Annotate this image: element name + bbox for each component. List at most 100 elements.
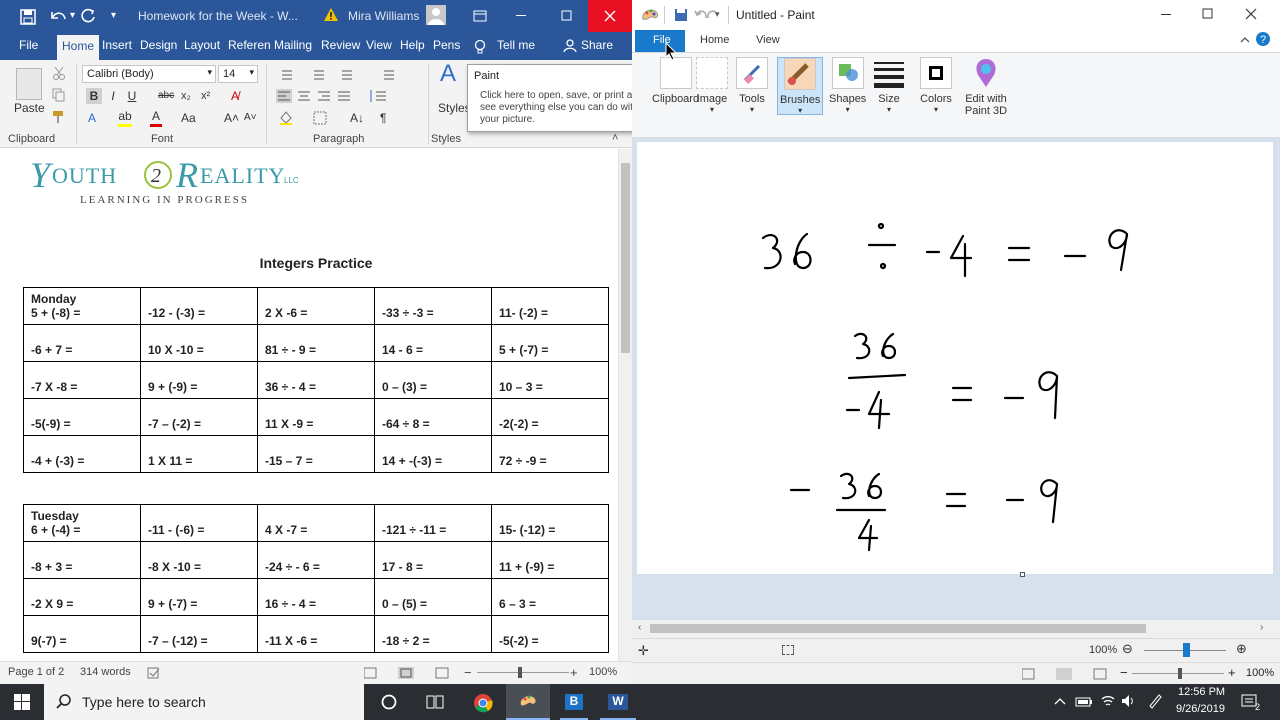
zoom-slider-thumb[interactable]	[518, 667, 522, 678]
maximize-icon[interactable]	[561, 10, 573, 22]
table-cell[interactable]: -8 + 3 =	[23, 541, 141, 579]
paint-collapse-ribbon-icon[interactable]	[1239, 35, 1251, 45]
clock-date[interactable]: 9/26/2019	[1176, 703, 1225, 715]
table-cell[interactable]: 36 ÷ - 4 =	[257, 361, 375, 399]
taskbar-word-button[interactable]: W	[600, 684, 636, 720]
table-cell[interactable]: 0 – (5) =	[374, 578, 492, 616]
table-cell[interactable]: 11- (-2) =	[491, 287, 609, 325]
save-icon[interactable]	[20, 9, 36, 25]
paint-zoom-level[interactable]: 100%	[1089, 644, 1117, 656]
table-cell[interactable]: -6 + 7 =	[23, 324, 141, 362]
brushes-group[interactable]: Brushes ▾	[777, 57, 824, 115]
tab-pens[interactable]: Pens	[433, 38, 460, 52]
tab-references[interactable]: Referen	[228, 38, 271, 52]
ribbon-display-options-icon[interactable]	[473, 10, 487, 22]
edit-with-paint3d-button[interactable]: Edit with Paint 3D	[961, 57, 1011, 117]
cortana-icon[interactable]	[381, 694, 397, 710]
tab-home[interactable]: Home	[57, 35, 100, 60]
table-cell[interactable]: -12 - (-3) =	[140, 287, 258, 325]
styles-button[interactable]: Styles	[438, 100, 471, 116]
subscript-button[interactable]: x₂	[181, 88, 191, 104]
paint-canvas[interactable]	[637, 142, 1273, 574]
table-cell[interactable]: -24 ÷ - 6 =	[257, 541, 375, 579]
size-group[interactable]: Size ▾	[873, 57, 905, 114]
table-cell[interactable]: 14 - 6 =	[374, 324, 492, 362]
font-color-icon[interactable]: A	[150, 108, 162, 127]
table-cell[interactable]: -33 ÷ -3 =	[374, 287, 492, 325]
battery-icon[interactable]	[1075, 696, 1093, 708]
table-cell[interactable]: 9(-7) =	[23, 615, 141, 653]
table-cell[interactable]: 9 + (-9) =	[140, 361, 258, 399]
strikethrough-button[interactable]: abc	[158, 88, 174, 104]
zoom-slider[interactable]	[477, 672, 569, 673]
paint-home-tab[interactable]: Home	[700, 34, 729, 46]
table-cell[interactable]: 17 - 8 =	[374, 541, 492, 579]
line-spacing-icon[interactable]	[368, 89, 390, 103]
paint-minimize-icon[interactable]	[1161, 14, 1173, 16]
shrink-font-icon[interactable]: A˅	[244, 110, 257, 126]
task-view-icon[interactable]	[426, 694, 444, 710]
paint-zoom-out-icon[interactable]: ⊖	[1122, 641, 1133, 657]
tab-mailings[interactable]: Mailing	[274, 38, 312, 52]
user-avatar[interactable]	[426, 5, 446, 25]
tab-insert[interactable]: Insert	[102, 38, 132, 52]
table-cell[interactable]: -7 – (-12) =	[140, 615, 258, 653]
image-group[interactable]: Image ▾	[696, 57, 728, 114]
table-cell[interactable]: 6 – 3 =	[491, 578, 609, 616]
table-cell[interactable]: 4 X -7 =	[257, 504, 375, 542]
word-close-button[interactable]	[588, 0, 632, 32]
taskbar-paint-button[interactable]	[506, 684, 550, 720]
tools-group[interactable]: Tools ▾	[736, 57, 768, 114]
align-buttons-icon[interactable]	[276, 89, 366, 103]
paint-close-icon[interactable]	[1245, 8, 1257, 20]
shapes-group[interactable]: Shapes ▾	[829, 57, 866, 114]
bold-button[interactable]: B	[86, 88, 102, 104]
collapse-ribbon-icon[interactable]: ˄	[612, 132, 618, 144]
minimize-icon[interactable]	[516, 15, 528, 17]
copy-icon[interactable]	[52, 88, 66, 102]
share-button[interactable]: Share	[581, 38, 613, 52]
table-cell[interactable]: 81 ÷ - 9 =	[257, 324, 375, 362]
tab-view[interactable]: View	[366, 38, 392, 52]
grow-font-icon[interactable]: A˄	[224, 110, 239, 126]
wifi-icon[interactable]	[1100, 693, 1116, 709]
table-cell[interactable]: -7 X -8 =	[23, 361, 141, 399]
table-cell[interactable]: 1 X 11 =	[140, 435, 258, 473]
paint-hscroll[interactable]: ‹ ›	[632, 620, 1280, 638]
table-cell[interactable]: 5 + (-7) =	[491, 324, 609, 362]
tell-me-search[interactable]: Tell me	[497, 38, 535, 52]
table-cell[interactable]: 14 + -(-3) =	[374, 435, 492, 473]
superscript-button[interactable]: x²	[201, 88, 210, 104]
customize-qat-icon[interactable]: ▾	[111, 10, 116, 21]
table-cell[interactable]: -11 - (-6) =	[140, 504, 258, 542]
paint-qat-dropdown-icon[interactable]: ▾	[715, 9, 720, 20]
canvas-resize-handle[interactable]	[1020, 572, 1025, 577]
table-cell[interactable]: -5(-9) =	[23, 398, 141, 436]
list-buttons-icon[interactable]	[276, 68, 406, 82]
table-cell[interactable]: -121 ÷ -11 =	[374, 504, 492, 542]
word-document-page[interactable]: Y OUTH 2 R EALITY LLC LEARNING IN PROGRE…	[0, 149, 632, 661]
table-cell[interactable]: 16 ÷ - 4 =	[257, 578, 375, 616]
table-cell[interactable]: 2 X -6 =	[257, 287, 375, 325]
tab-design[interactable]: Design	[140, 38, 177, 52]
cut-icon[interactable]	[52, 66, 66, 80]
paint-save-icon[interactable]	[674, 8, 688, 22]
undo-icon[interactable]	[48, 8, 68, 24]
show-hidden-icons-icon[interactable]	[1054, 696, 1066, 706]
shading-borders-icon[interactable]	[278, 110, 338, 126]
scrollbar-thumb[interactable]	[621, 163, 630, 353]
pen-workspace-icon[interactable]	[1147, 693, 1163, 709]
zoom-level-secondary[interactable]: 100%	[1246, 667, 1274, 679]
table-cell[interactable]: 10 – 3 =	[491, 361, 609, 399]
change-case-icon[interactable]: Aa	[181, 110, 196, 126]
view-modes-icon[interactable]	[364, 667, 454, 679]
table-cell[interactable]: Monday 5 + (-8) =	[23, 287, 141, 325]
colors-group[interactable]: Colors ▾	[920, 57, 952, 114]
windows-start-icon[interactable]	[14, 694, 30, 710]
underline-button[interactable]: U	[125, 88, 139, 104]
page-count[interactable]: Page 1 of 2	[8, 666, 64, 678]
table-cell[interactable]: 11 + (-9) =	[491, 541, 609, 579]
table-cell[interactable]: -18 ÷ 2 =	[374, 615, 492, 653]
user-name[interactable]: Mira Williams	[348, 9, 419, 23]
word-count[interactable]: 314 words	[80, 666, 131, 678]
